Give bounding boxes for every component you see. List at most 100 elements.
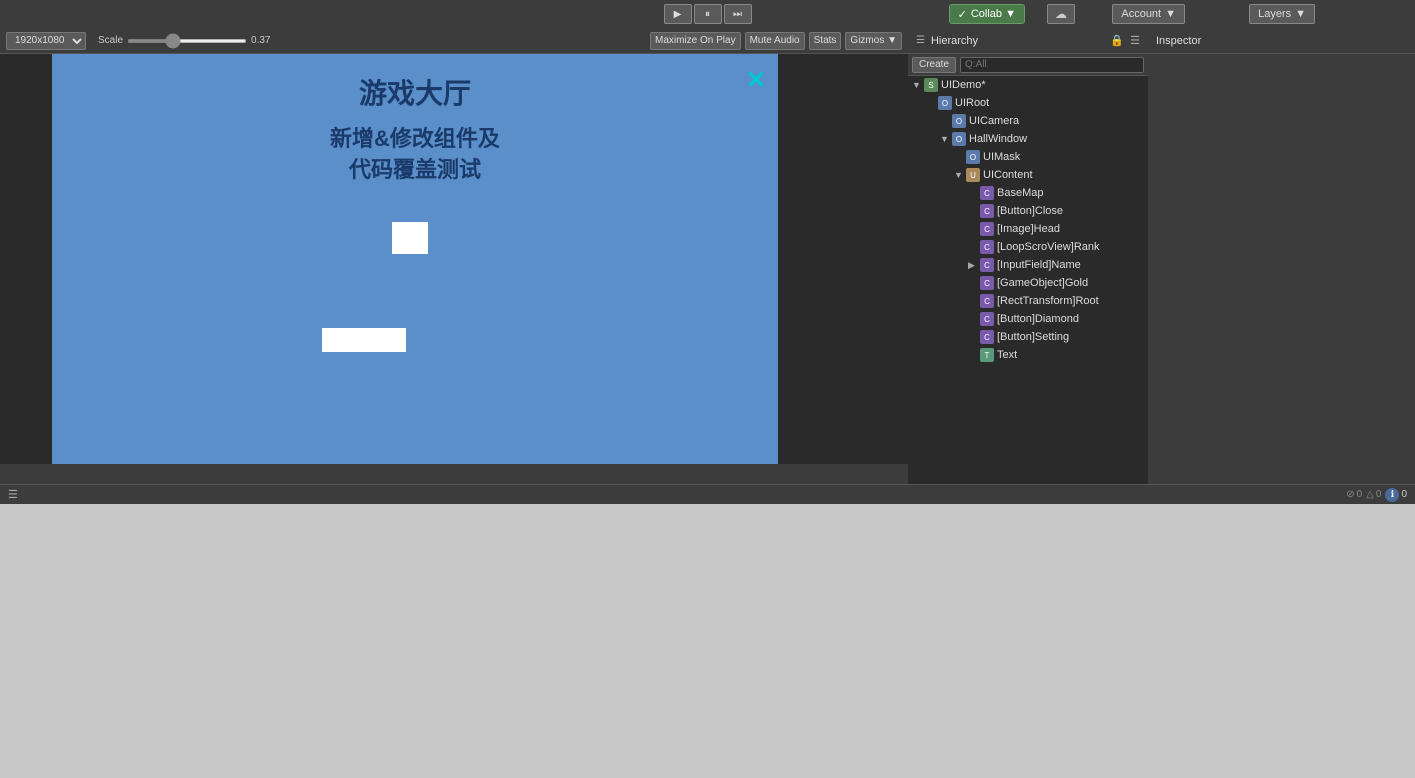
- tree-icon-uiroot: O: [938, 96, 952, 110]
- account-button[interactable]: Account ▼: [1112, 4, 1185, 24]
- tree-arrow-uicontent: ▼: [954, 170, 966, 180]
- warning-badge[interactable]: △ 0: [1366, 489, 1381, 500]
- tree-label-buttonclose: [Button]Close: [997, 205, 1063, 217]
- tree-icon-buttonsetting: C: [980, 330, 994, 344]
- scale-slider[interactable]: [127, 39, 247, 43]
- checkmark-icon: ✓: [958, 8, 967, 21]
- hierarchy-panel-title: Hierarchy: [931, 35, 978, 47]
- hierarchy-item-loopscroviewrank[interactable]: C[LoopScroView]Rank: [908, 238, 1148, 256]
- hierarchy-item-uidemo[interactable]: ▼SUIDemo*: [908, 76, 1148, 94]
- info-icon: ℹ: [1385, 488, 1399, 502]
- hierarchy-item-buttondiamond[interactable]: C[Button]Diamond: [908, 310, 1148, 328]
- create-button[interactable]: Create: [912, 57, 956, 73]
- hierarchy-item-basemap[interactable]: CBaseMap: [908, 184, 1148, 202]
- hierarchy-item-recttransformroot[interactable]: C[RectTransform]Root: [908, 292, 1148, 310]
- canvas-bottom-strip: [0, 464, 908, 484]
- hierarchy-item-hallwindow[interactable]: ▼OHallWindow: [908, 130, 1148, 148]
- tree-icon-buttonclose: C: [980, 204, 994, 218]
- tree-label-uimask: UIMask: [983, 151, 1020, 163]
- hierarchy-item-uiroot[interactable]: OUIRoot: [908, 94, 1148, 112]
- scale-label: Scale: [98, 35, 123, 46]
- account-label: Account: [1121, 8, 1161, 20]
- error-count: 0: [1357, 489, 1363, 500]
- info-count: 0: [1401, 489, 1407, 500]
- hierarchy-item-imagehead[interactable]: C[Image]Head: [908, 220, 1148, 238]
- hierarchy-item-gameobjectgold[interactable]: C[GameObject]Gold: [908, 274, 1148, 292]
- scene-toolbar: 1920x1080 Scale 0.37 Maximize On Play Mu…: [0, 28, 908, 54]
- error-badge[interactable]: ⊘ 0: [1346, 489, 1362, 500]
- canvas-left-strip: [0, 54, 52, 464]
- step-button[interactable]: ⏭: [724, 4, 752, 24]
- gizmos-button[interactable]: Gizmos ▼: [845, 32, 902, 50]
- account-arrow-icon: ▼: [1165, 8, 1176, 20]
- mute-audio-button[interactable]: Mute Audio: [745, 32, 805, 50]
- tree-icon-text: T: [980, 348, 994, 362]
- cloud-button[interactable]: ☁: [1047, 4, 1075, 24]
- tree-icon-gameobjectgold: C: [980, 276, 994, 290]
- close-button[interactable]: ✕: [746, 66, 766, 95]
- hierarchy-panel[interactable]: ▼SUIDemo*OUIRootOUICamera▼OHallWindowOUI…: [908, 76, 1148, 484]
- white-rect-wide: [322, 328, 406, 352]
- tree-icon-uicamera: O: [952, 114, 966, 128]
- info-badge[interactable]: ℹ 0: [1385, 488, 1407, 502]
- layers-label: Layers: [1258, 8, 1291, 20]
- layers-button[interactable]: Layers ▼: [1249, 4, 1315, 24]
- scene-toolbar-right: Maximize On Play Mute Audio Stats Gizmos…: [650, 32, 902, 50]
- collab-button[interactable]: ✓ Collab ▼: [949, 4, 1025, 24]
- stats-button[interactable]: Stats: [809, 32, 842, 50]
- status-bar: ☰ ⊘ 0 △ 0 ℹ 0: [0, 484, 1415, 504]
- hierarchy-item-uicamera[interactable]: OUICamera: [908, 112, 1148, 130]
- inspector-panel: [1148, 54, 1415, 484]
- inspector-panel-title: Inspector: [1156, 35, 1201, 47]
- tree-label-recttransformroot: [RectTransform]Root: [997, 295, 1099, 307]
- tree-icon-uidemo: S: [924, 78, 938, 92]
- game-subtitle-line2: 代码覆盖测试: [52, 155, 778, 186]
- hierarchy-item-uicontent[interactable]: ▼UUIContent: [908, 166, 1148, 184]
- hierarchy-lock-icon[interactable]: 🔒: [1110, 34, 1124, 47]
- error-icon: ⊘: [1346, 489, 1354, 500]
- hierarchy-item-uimask[interactable]: OUIMask: [908, 148, 1148, 166]
- status-menu-icon[interactable]: ☰: [8, 488, 18, 501]
- tree-icon-uicontent: U: [966, 168, 980, 182]
- pause-button[interactable]: ⏸: [694, 4, 722, 24]
- tree-icon-loopscroviewrank: C: [980, 240, 994, 254]
- hierarchy-item-buttonclose[interactable]: C[Button]Close: [908, 202, 1148, 220]
- tree-label-buttondiamond: [Button]Diamond: [997, 313, 1079, 325]
- canvas-right-strip: [778, 54, 908, 464]
- warning-icon: △: [1366, 489, 1374, 500]
- scale-value: 0.37: [251, 35, 270, 46]
- hierarchy-menu-icon[interactable]: ☰: [1130, 34, 1140, 47]
- hierarchy-item-text[interactable]: TText: [908, 346, 1148, 364]
- hierarchy-search-input[interactable]: [960, 57, 1144, 73]
- tree-label-loopscroviewrank: [LoopScroView]Rank: [997, 241, 1100, 253]
- resolution-select[interactable]: 1920x1080: [6, 32, 86, 50]
- hierarchy-header: ☰ Hierarchy 🔒 ☰: [908, 28, 1148, 54]
- hierarchy-controls: Create: [908, 54, 1148, 76]
- playback-controls: ▶ ⏸ ⏭: [664, 4, 752, 24]
- white-rect-small: [392, 222, 428, 254]
- play-button[interactable]: ▶: [664, 4, 692, 24]
- top-toolbar: ▶ ⏸ ⏭ ✓ Collab ▼ ☁ Account ▼ Layers ▼: [0, 0, 1415, 28]
- tree-label-uicontent: UIContent: [983, 169, 1033, 181]
- bottom-area: [0, 504, 1415, 778]
- tree-icon-recttransformroot: C: [980, 294, 994, 308]
- game-canvas: 游戏大厅 新增&修改组件及 代码覆盖测试 ✕: [52, 54, 778, 464]
- tree-icon-basemap: C: [980, 186, 994, 200]
- game-subtitle: 新增&修改组件及 代码覆盖测试: [52, 124, 778, 186]
- hierarchy-item-buttonsetting[interactable]: C[Button]Setting: [908, 328, 1148, 346]
- tree-label-uicamera: UICamera: [969, 115, 1019, 127]
- tree-icon-hallwindow: O: [952, 132, 966, 146]
- cloud-icon: ☁: [1055, 7, 1067, 21]
- status-icons: ⊘ 0 △ 0 ℹ 0: [1346, 488, 1407, 502]
- game-subtitle-line1: 新增&修改组件及: [52, 124, 778, 155]
- tree-icon-buttondiamond: C: [980, 312, 994, 326]
- tree-icon-imagehead: C: [980, 222, 994, 236]
- tree-label-basemap: BaseMap: [997, 187, 1043, 199]
- tree-label-gameobjectgold: [GameObject]Gold: [997, 277, 1088, 289]
- tree-arrow-hallwindow: ▼: [940, 134, 952, 144]
- tree-icon-inputfieldname: C: [980, 258, 994, 272]
- tree-label-imagehead: [Image]Head: [997, 223, 1060, 235]
- layers-arrow-icon: ▼: [1295, 8, 1306, 20]
- hierarchy-item-inputfieldname[interactable]: ▶C[InputField]Name: [908, 256, 1148, 274]
- maximize-on-play-button[interactable]: Maximize On Play: [650, 32, 741, 50]
